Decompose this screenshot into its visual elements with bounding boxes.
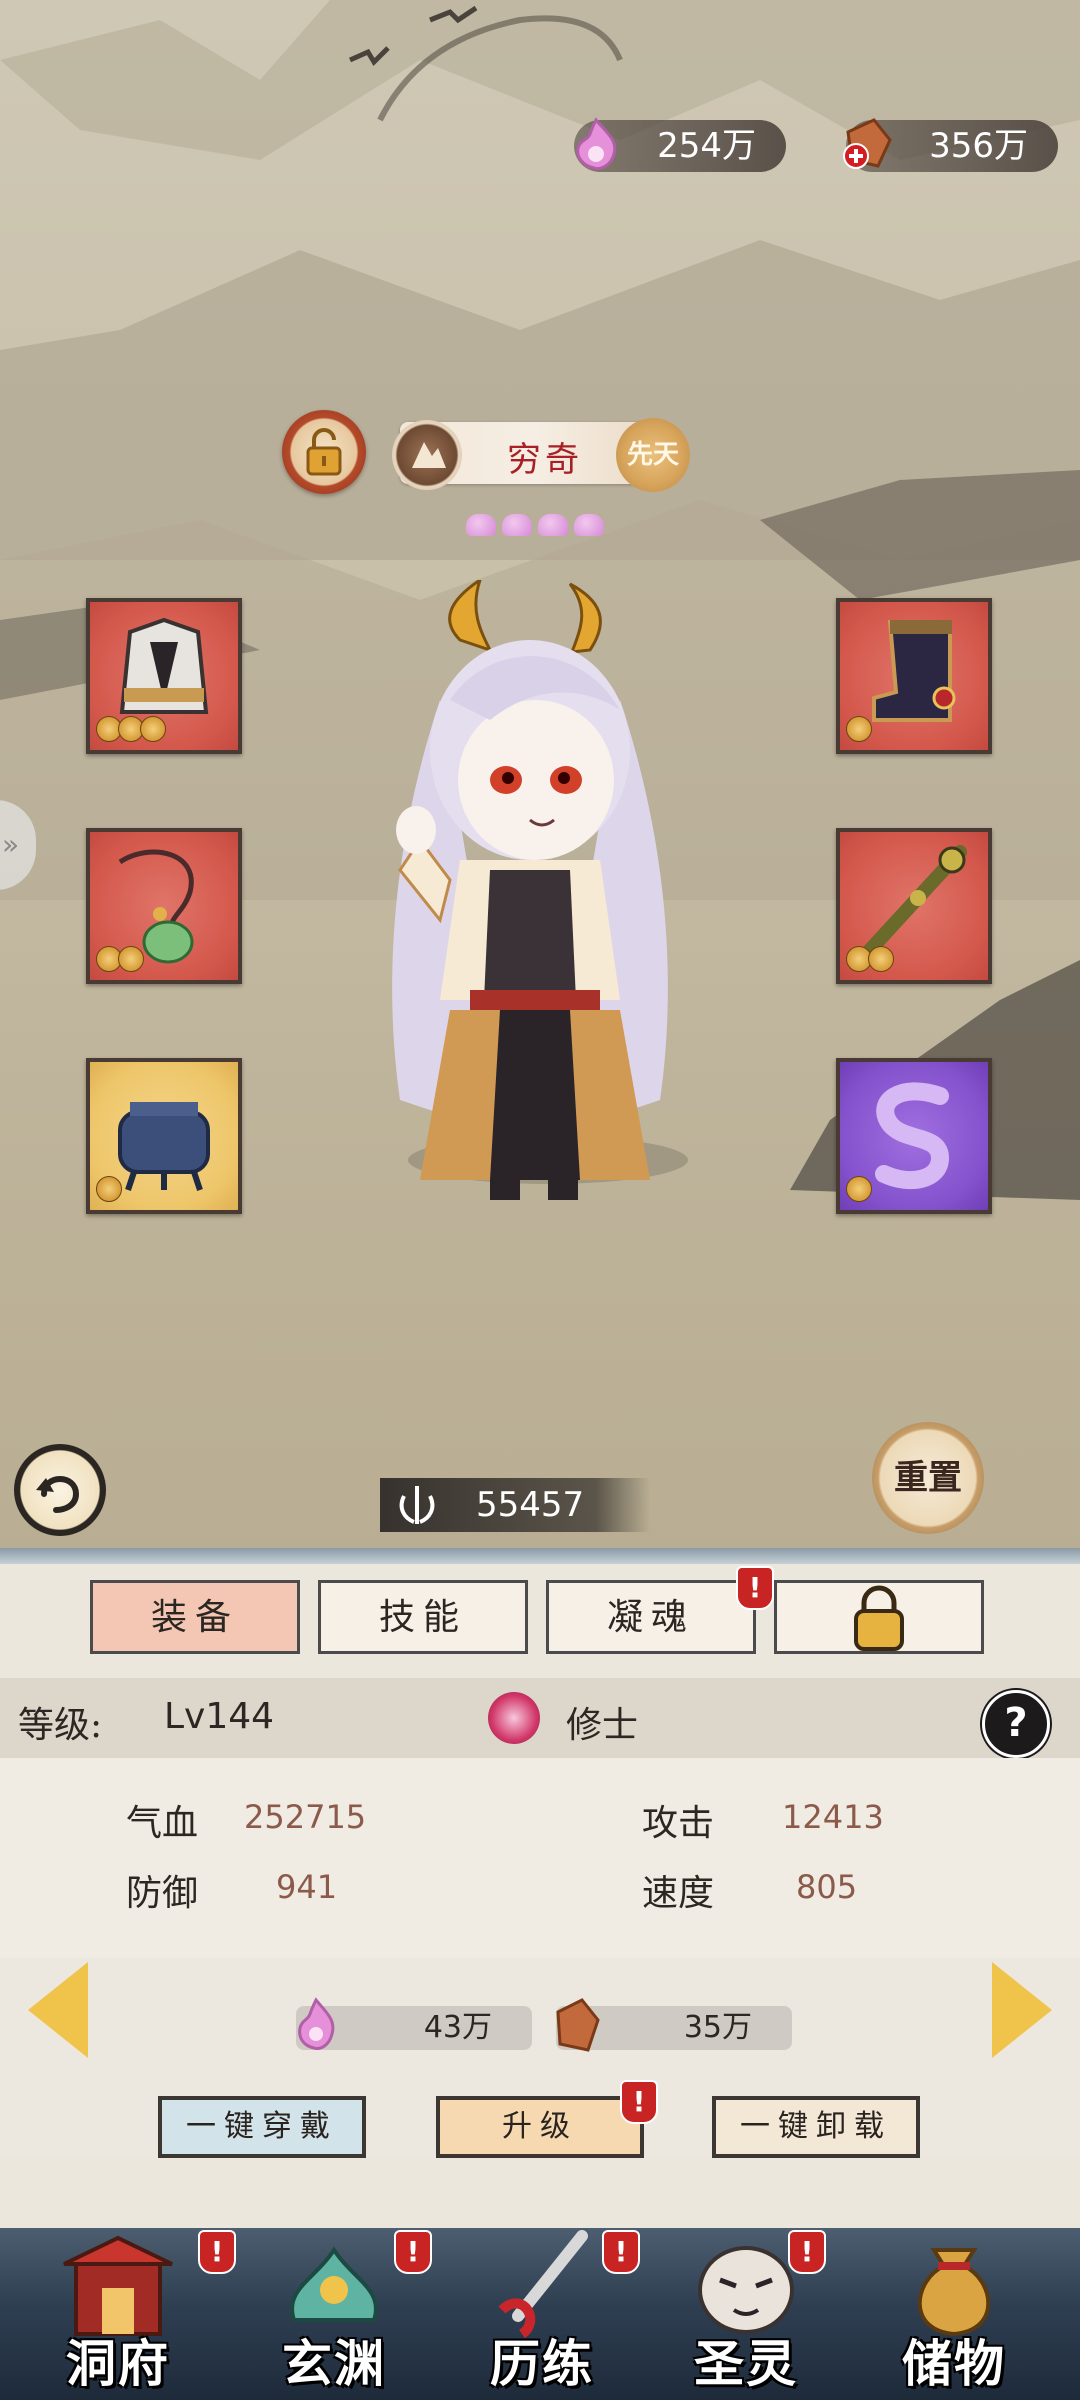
unequip-all-button[interactable]: 一键卸载 xyxy=(712,2096,920,2158)
equip-slot-scepter[interactable] xyxy=(836,828,992,984)
crystal-icon xyxy=(556,1998,600,2052)
stats-area xyxy=(0,1758,1080,1958)
help-button[interactable]: ? xyxy=(982,1690,1050,1758)
power-emblem-icon xyxy=(399,1486,435,1524)
upgrade-button[interactable]: 升级 xyxy=(436,2096,644,2158)
equip-all-button[interactable]: 一键穿戴 xyxy=(158,2096,366,2158)
padlock-icon xyxy=(306,428,342,476)
equip-slot-armor[interactable] xyxy=(86,598,242,754)
tab-locked[interactable] xyxy=(774,1580,984,1654)
innate-badge: 先天 xyxy=(616,418,690,492)
stat-label-speed: 速度 xyxy=(642,1873,715,1914)
star-pip-icon xyxy=(502,514,532,536)
tab-soul[interactable]: 凝魂 xyxy=(546,1580,756,1654)
nav-training[interactable]: 历练 ! xyxy=(452,2230,640,2398)
tab-equipment[interactable]: 装备 xyxy=(90,1580,300,1654)
tier-coins xyxy=(846,946,894,976)
nav-label: 历练 xyxy=(490,2334,594,2393)
nav-holy-spirit[interactable]: 圣灵 ! xyxy=(656,2230,836,2398)
equip-slot-boots[interactable] xyxy=(836,598,992,754)
reset-button[interactable]: 重置 xyxy=(872,1422,984,1534)
level-label: 等级: xyxy=(18,1705,103,1746)
spirit-cost-value: 43万 xyxy=(423,2010,492,2045)
character-scene: 254万 356万 穷奇 先天 » 重置 55457 xyxy=(0,0,1080,1560)
stat-label-defense: 防御 xyxy=(126,1873,199,1914)
combat-power-bar: 55457 xyxy=(380,1478,650,1532)
panel-top-border xyxy=(0,1548,1080,1564)
lock-toggle-button[interactable] xyxy=(282,410,366,494)
spirit-flame-icon xyxy=(576,117,617,170)
undo-arrow-icon xyxy=(36,1476,80,1513)
rank-lotus-icon xyxy=(488,1692,540,1744)
stat-value-hp: 252715 xyxy=(244,1798,367,1836)
nav-alert-badge: ! xyxy=(602,2230,640,2274)
equip-slot-pendant[interactable] xyxy=(86,828,242,984)
nav-label: 洞府 xyxy=(66,2334,170,2393)
stat-value-speed: 805 xyxy=(796,1868,858,1906)
prev-arrow-icon[interactable] xyxy=(28,1962,88,2058)
soul-tab-alert-badge: ! xyxy=(736,1566,774,1610)
stat-value-defense: 941 xyxy=(276,1868,338,1906)
star-pip-icon xyxy=(574,514,604,536)
next-arrow-icon[interactable] xyxy=(992,1962,1052,2058)
tier-coins xyxy=(96,946,144,976)
lock-icon xyxy=(854,1585,904,1651)
star-pip-icon xyxy=(538,514,568,536)
crystal-amount: 356万 xyxy=(929,126,1028,166)
tier-coins xyxy=(96,716,166,746)
nav-alert-badge: ! xyxy=(394,2230,432,2274)
nav-alert-badge: ! xyxy=(788,2230,826,2274)
crystal-icon xyxy=(843,118,892,169)
spirit-flame-icon xyxy=(298,1997,335,2050)
tier-coins xyxy=(96,1176,122,1206)
chevron-right-icon: » xyxy=(2,828,20,861)
spirit-amount: 254万 xyxy=(657,126,756,166)
character-figure[interactable] xyxy=(340,580,720,1200)
upgrade-alert-badge: ! xyxy=(620,2080,658,2124)
crystal-cost-pill: 35万 xyxy=(556,1998,792,2052)
crystal-currency-pill[interactable]: 356万 xyxy=(843,118,1058,172)
spirit-cost-pill: 43万 xyxy=(296,1997,532,2050)
nav-cave-mansion[interactable]: 洞府 ! xyxy=(28,2230,236,2398)
combat-power-value: 55457 xyxy=(476,1485,585,1525)
tier-coins xyxy=(846,1176,872,1206)
nav-label: 圣灵 xyxy=(694,2334,798,2393)
spirit-currency-pill[interactable]: 254万 xyxy=(574,117,786,172)
crystal-cost-value: 35万 xyxy=(683,2010,752,2045)
nav-alert-badge: ! xyxy=(198,2230,236,2274)
stat-label-hp: 气血 xyxy=(126,1803,199,1844)
nav-storage[interactable]: 储物 xyxy=(864,2230,1044,2398)
star-pips xyxy=(466,514,610,540)
rank-name: 修士 xyxy=(566,1705,639,1746)
nav-label: 储物 xyxy=(902,2334,1006,2393)
equip-slot-dragon[interactable] xyxy=(836,1058,992,1214)
level-value: Lv144 xyxy=(164,1696,275,1737)
tier-coins xyxy=(846,716,872,746)
race-emblem-icon xyxy=(392,420,462,490)
nav-label: 玄渊 xyxy=(282,2334,386,2393)
back-button[interactable] xyxy=(14,1444,106,1536)
character-name: 穷奇 xyxy=(507,440,583,480)
tab-skills[interactable]: 技能 xyxy=(318,1580,528,1654)
nav-abyss[interactable]: 玄渊 ! xyxy=(244,2230,432,2398)
equip-slot-cauldron[interactable] xyxy=(86,1058,242,1214)
stat-label-attack: 攻击 xyxy=(642,1803,715,1844)
level-row xyxy=(0,1678,1080,1758)
star-pip-icon xyxy=(466,514,496,536)
stat-value-attack: 12413 xyxy=(782,1798,884,1836)
